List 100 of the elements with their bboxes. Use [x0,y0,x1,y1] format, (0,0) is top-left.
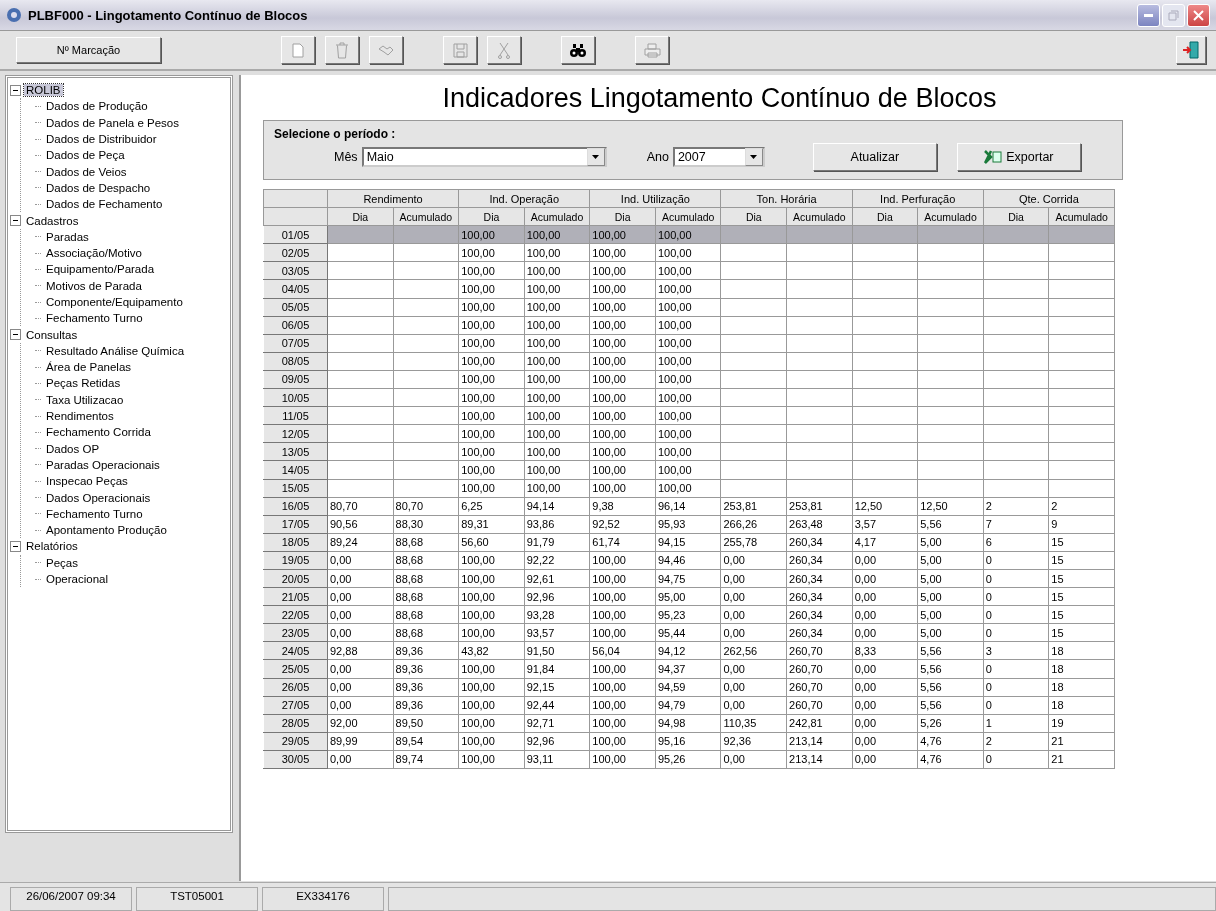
tree-item[interactable]: Cadastros [24,214,81,227]
tree-item[interactable]: Dados Operacionais [44,491,153,504]
empty-cell [786,479,853,498]
tree-item[interactable]: Relatórios [24,540,80,553]
table-cell: 100,00 [589,424,656,443]
table-cell: 100,00 [589,605,656,624]
empty-cell [917,243,984,262]
empty-cell [1048,406,1115,425]
empty-cell [917,424,984,443]
marking-button[interactable]: Nº Marcação [16,37,161,63]
table-cell: 100,00 [655,460,721,479]
tree-item[interactable]: ROLIB [24,84,63,97]
tree-item[interactable]: Paradas Operacionais [44,458,162,471]
table-cell: 89,36 [393,659,459,679]
tree-item[interactable]: Dados OP [44,442,102,455]
tree-item[interactable]: Rendimentos [44,410,116,423]
empty-cell [786,316,853,335]
empty-cell [983,424,1049,443]
tree-item[interactable]: Dados de Distribuidor [44,133,159,146]
tree-item[interactable]: Equipamento/Parada [44,263,157,276]
table-cell: 2 [1048,497,1115,516]
table-cell: 3 [983,641,1049,660]
table-cell: 100,00 [655,442,721,461]
collapse-toggle-icon[interactable] [10,215,21,226]
table-cell: 80,70 [393,497,459,516]
page-icon [292,42,304,58]
year-dropdown[interactable]: 2007 [672,147,765,167]
month-dropdown[interactable]: Maio [361,147,607,167]
table-cell: 2 [983,732,1049,751]
tree-item[interactable]: Peças Retidas [44,377,123,390]
update-button[interactable]: Atualizar [812,143,937,171]
tree-item[interactable]: Fechamento Turno [44,507,145,520]
table-cell: 260,34 [786,569,853,588]
collapse-toggle-icon[interactable] [10,84,21,96]
empty-cell [393,316,459,335]
empty-cell [917,261,984,280]
export-button[interactable]: Exportar [956,143,1081,171]
tree-item[interactable]: Peças [44,556,80,569]
table-cell: 5,56 [917,678,984,697]
table-cell: 92,52 [589,515,656,534]
table-cell: 0,00 [852,659,918,679]
tree-item[interactable]: Área de Panelas [44,361,134,374]
tree-item[interactable]: Fechamento Corrida [44,426,153,439]
tree-item[interactable]: Inspecao Peças [44,475,130,488]
table-cell: 0,00 [852,696,918,715]
tree-item[interactable]: Fechamento Turno [44,312,145,325]
minimize-button[interactable] [1137,3,1160,27]
empty-cell [720,243,787,262]
tree-item[interactable]: Resultado Análise Química [44,344,187,357]
exit-button[interactable] [1176,36,1206,64]
table-cell: 263,48 [786,515,853,534]
table-cell: 100,00 [589,678,656,697]
table-cell: 0,00 [852,678,918,697]
tree-item[interactable]: Apontamento Produção [44,524,169,537]
tree-item[interactable]: Paradas [44,230,91,243]
empty-cell [983,316,1049,335]
caret-icon [750,155,758,159]
close-button[interactable] [1187,3,1210,27]
tree-item[interactable]: Dados de Veios [44,165,129,178]
empty-cell [393,460,459,479]
tree-item[interactable]: Associação/Motivo [44,247,144,260]
table-cell: 92,44 [524,696,590,715]
table-cell: 4,17 [852,533,918,552]
table-cell: 100,00 [589,370,656,389]
tree-item[interactable]: Dados de Fechamento [44,198,165,211]
tree-item[interactable]: Dados de Peça [44,149,127,162]
table-cell: 89,36 [393,696,459,715]
empty-cell [1048,370,1115,389]
tree-item[interactable]: Componente/Equipamento [44,296,185,308]
trash-icon [335,41,349,59]
tree-item[interactable]: Motivos de Parada [44,279,144,292]
table-cell: 100,00 [458,334,525,353]
table-cell: 100,00 [458,316,525,335]
table-cell: 0,00 [327,623,394,642]
tree-item[interactable]: Dados de Panela e Pesos [44,116,181,129]
collapse-toggle-icon[interactable] [10,329,21,341]
tree-item[interactable]: Taxa Utilizacao [44,393,126,406]
collapse-toggle-icon[interactable] [10,540,21,552]
empty-cell [393,334,459,353]
empty-cell [917,352,984,371]
table-cell: 92,36 [720,732,787,751]
table-cell: 100,00 [458,551,525,570]
empty-cell [786,442,853,461]
table-cell: 100,00 [589,279,656,299]
tree-item[interactable]: Dados de Produção [44,100,150,113]
empty-cell [720,279,787,299]
table-cell: 260,34 [786,605,853,624]
table-cell: 100,00 [458,750,525,769]
table-cell: 5,00 [917,533,984,552]
table-cell: 100,00 [589,750,656,769]
find-button[interactable] [561,36,595,64]
empty-cell [720,442,787,461]
table-cell: 5,56 [917,515,984,534]
binoculars-icon [570,43,586,57]
table-cell: 92,96 [524,587,590,606]
table-cell: 0,00 [327,551,394,570]
tree-item[interactable]: Consultas [24,328,80,341]
tree-item[interactable]: Dados de Despacho [44,181,153,194]
tree-item[interactable]: Operacional [44,573,110,586]
table-cell: 61,74 [589,533,656,552]
